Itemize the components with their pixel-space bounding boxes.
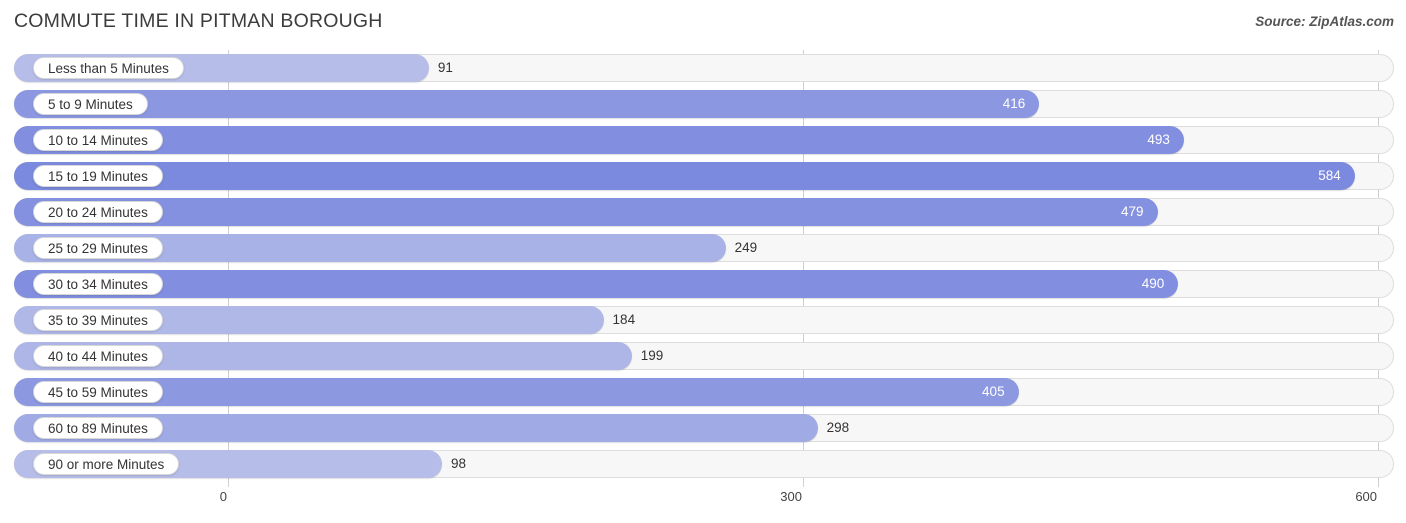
bar-category-label: 10 to 14 Minutes bbox=[33, 129, 163, 151]
bar-category-label: Less than 5 Minutes bbox=[33, 57, 184, 79]
bar-value-label: 479 bbox=[1121, 204, 1144, 219]
bar-value-label: 199 bbox=[640, 348, 664, 363]
bar-fill[interactable] bbox=[14, 270, 1179, 298]
bar-category-label: 40 to 44 Minutes bbox=[33, 345, 163, 367]
bar-value-label: 493 bbox=[1147, 132, 1170, 147]
bar-fill[interactable] bbox=[14, 90, 1040, 118]
axis-tick-label: 0 bbox=[219, 489, 227, 504]
bar-row[interactable]: 10 to 14 Minutes 493 bbox=[14, 126, 1394, 154]
bar-value-label: 91 bbox=[437, 60, 453, 75]
bar-row[interactable]: 35 to 39 Minutes 184 bbox=[14, 306, 1394, 334]
bar-category-label: 5 to 9 Minutes bbox=[33, 93, 148, 115]
page-title: COMMUTE TIME IN PITMAN BOROUGH bbox=[14, 10, 383, 32]
bar-row[interactable]: 45 to 59 Minutes 405 bbox=[14, 378, 1394, 406]
bar-category-label: 25 to 29 Minutes bbox=[33, 237, 163, 259]
plot-area: Less than 5 Minutes 91 5 to 9 Minutes 416 10… bbox=[0, 50, 1406, 487]
bar-value-label: 416 bbox=[1002, 96, 1026, 111]
bar-value-label: 490 bbox=[1141, 276, 1165, 291]
bar-category-label: 30 to 34 Minutes bbox=[33, 273, 163, 295]
bar-category-label: 60 to 89 Minutes bbox=[33, 417, 163, 439]
bar-fill[interactable] bbox=[14, 198, 1158, 226]
bar-value-label: 584 bbox=[1318, 168, 1341, 183]
bar-value-label: 405 bbox=[982, 384, 1005, 399]
source-attribution: Source: ZipAtlas.com bbox=[1255, 14, 1394, 29]
bar-row[interactable]: Less than 5 Minutes 91 bbox=[14, 54, 1394, 82]
bar-row[interactable]: 20 to 24 Minutes 479 bbox=[14, 198, 1394, 226]
bar-category-label: 45 to 59 Minutes bbox=[33, 381, 163, 403]
bar-row[interactable]: 5 to 9 Minutes 416 bbox=[14, 90, 1394, 118]
bar-row[interactable]: 15 to 19 Minutes 584 bbox=[14, 162, 1394, 190]
bar-fill[interactable] bbox=[14, 378, 1019, 406]
bar-row[interactable]: 40 to 44 Minutes 199 bbox=[14, 342, 1394, 370]
bar-category-label: 15 to 19 Minutes bbox=[33, 165, 163, 187]
x-axis: 0 300 600 bbox=[0, 487, 1406, 517]
bar-fill[interactable] bbox=[14, 162, 1355, 190]
commute-time-bar-chart: COMMUTE TIME IN PITMAN BOROUGH Source: Z… bbox=[0, 0, 1406, 523]
bar-value-label: 98 bbox=[451, 456, 467, 471]
bar-row[interactable]: 25 to 29 Minutes 249 bbox=[14, 234, 1394, 262]
bar-fill[interactable] bbox=[14, 126, 1184, 154]
axis-tick-label: 600 bbox=[1355, 489, 1378, 504]
bar-category-label: 20 to 24 Minutes bbox=[33, 201, 163, 223]
axis-tick-label: 300 bbox=[780, 489, 802, 504]
bar-row[interactable]: 90 or more Minutes 98 bbox=[14, 450, 1394, 478]
bar-value-label: 249 bbox=[734, 240, 758, 255]
bar-row[interactable]: 30 to 34 Minutes 490 bbox=[14, 270, 1394, 298]
bar-row[interactable]: 60 to 89 Minutes 298 bbox=[14, 414, 1394, 442]
bar-category-label: 90 or more Minutes bbox=[33, 453, 180, 475]
bar-value-label: 298 bbox=[826, 420, 850, 435]
bar-value-label: 184 bbox=[612, 312, 636, 327]
bar-category-label: 35 to 39 Minutes bbox=[33, 309, 163, 331]
